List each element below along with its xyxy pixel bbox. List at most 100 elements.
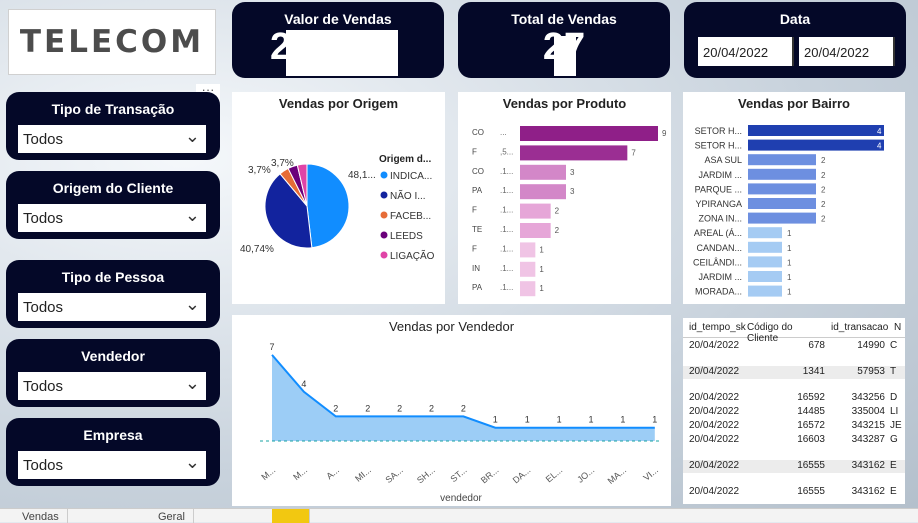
table-cell: 343162 [851,486,885,497]
table-cell: JE [890,420,902,431]
tick-label: DA... [511,465,533,486]
table-row[interactable]: 20/04/2022 14485 335004 LI [683,406,905,419]
table-row[interactable]: 20/04/2022 16555 343162 E [683,460,905,473]
tick-label: F [472,147,477,156]
table-cell: 20/04/2022 [689,406,740,417]
data-label: 2 [555,207,560,216]
chart-vendas-por-origem: Vendas por Origem 48,1... 40,74% 3,7% 3,7% O… [232,92,445,304]
tick-label: CO [472,128,484,137]
table-row[interactable]: 20/04/2022 1341 57953 T [683,366,905,379]
tick-label: MA... [606,465,629,486]
table-row[interactable]: 20/04/2022 16603 343287 G [683,434,905,447]
tick-label-fragment: ,5... [500,147,513,156]
table-cell: 14990 [857,340,885,351]
tick-label: CANDAN... [696,243,742,253]
legend-item: LEEDS [390,231,423,242]
table-header: id_tempo_sk Código do Cliente id_transac… [683,322,905,344]
tick-label: TE [472,225,482,234]
kpi-label: Valor de Vendas [284,11,392,27]
table-cell: 335004 [851,406,885,417]
table-row[interactable]: 20/04/2022 16572 343215 JE [683,420,905,433]
data-label: 7 [269,342,274,352]
tick-label: YPIRANGA [695,199,742,209]
bar [520,145,628,161]
bar [748,212,816,224]
vendedor-dropdown[interactable]: Todos ⌄ [18,372,206,400]
table-cell: D [890,392,898,403]
table-row[interactable]: 20/04/2022 16555 343162 E [683,486,905,499]
date-end-input[interactable]: 20/04/2022 [799,37,895,66]
tick-label-fragment: .1... [500,167,513,176]
pie-chart: 48,1... 40,74% 3,7%3,7% Origem d... INDICA..… [240,154,435,262]
table-cell: 20/04/2022 [689,340,740,351]
data-label: 1 [525,415,530,425]
origem-cliente-dropdown[interactable]: Todos ⌄ [18,204,206,232]
bar [520,223,551,238]
data-label: 9 [662,129,667,138]
data-label: 1 [787,229,792,238]
table-cell: 1341 [802,366,825,377]
chevron-down-icon: ⌄ [184,452,200,472]
tick-label: MORADA... [695,287,742,297]
table-cell: C [890,340,898,351]
data-label: 1 [539,245,544,254]
tab-add[interactable] [272,509,310,523]
tick-label: JARDIM ... [698,170,742,180]
tick-label: SETOR H... [695,141,742,151]
table-row[interactable]: 20/04/2022 678 14990 C [683,340,905,353]
tick-label: MI... [353,465,373,484]
tab-vendas[interactable]: Vendas [14,509,68,523]
tick-label: F [472,244,477,253]
axis-title: vendedor [440,493,482,504]
bar [520,281,536,297]
tick-label: AREAL (Á... [694,228,742,238]
data-label: 1 [620,415,625,425]
bar [748,168,816,180]
data-label: 2 [821,200,826,209]
tick-label: CO [472,167,484,176]
tick-label: ZONA IN... [698,214,742,224]
chart-vendas-por-bairro: Vendas por Bairro SETOR H... 4 SETOR H... 4… [683,92,905,304]
legend-item: NÃO I... [390,189,426,202]
slicer-empresa: Empresa Todos ⌄ [6,418,220,486]
tick-label: JO... [575,465,596,485]
slicer-tipo-transacao: Tipo de Transação Todos ⌄ [6,92,220,160]
tick-label: IN [472,264,480,273]
header-cell[interactable]: id_transacao [831,322,888,333]
empresa-dropdown[interactable]: Todos ⌄ [18,451,206,479]
legend-marker [380,171,388,179]
header-cell[interactable]: N [894,322,901,333]
tipo-transacao-dropdown[interactable]: Todos ⌄ [18,125,206,153]
data-label: 2 [365,403,370,413]
bar-chart: CO... 9 F ,5... 7 CO .1... 3 PA .1... 3 F .1... 2 TE .1… [472,126,667,297]
table-cell: 678 [808,340,825,351]
table-cell: G [890,434,898,445]
slicer-label: Empresa [83,427,143,443]
data-label: 2 [461,403,466,413]
table-cell: 20/04/2022 [689,392,740,403]
kpi-label: Total de Vendas [511,11,617,27]
date-start-input[interactable]: 20/04/2022 [698,37,794,66]
tipo-pessoa-dropdown[interactable]: Todos ⌄ [18,293,206,321]
data-label: 1 [557,415,562,425]
table-cell: LI [890,406,899,417]
legend-item: FACEB... [390,211,431,222]
pie-label: 40,74% [240,244,274,255]
header-cell[interactable]: id_tempo_sk [689,322,746,333]
bar [520,126,658,141]
redaction-block [554,36,576,76]
tab-geral[interactable]: Geral [150,509,194,523]
table-cell: 16603 [797,434,825,445]
pie-label: 48,1... [348,170,376,181]
data-label: 1 [787,258,792,267]
bar [520,203,551,219]
tick-label-fragment: .1... [500,186,513,195]
tick-label: VI... [641,465,660,483]
slicer-label: Vendedor [81,348,145,364]
table-cell: 20/04/2022 [689,486,740,497]
tick-label: A... [324,465,341,481]
table-cell: 14485 [797,406,825,417]
data-label: 2 [821,156,826,165]
chevron-down-icon: ⌄ [184,294,200,314]
table-row[interactable]: 20/04/2022 16592 343256 D [683,392,905,405]
